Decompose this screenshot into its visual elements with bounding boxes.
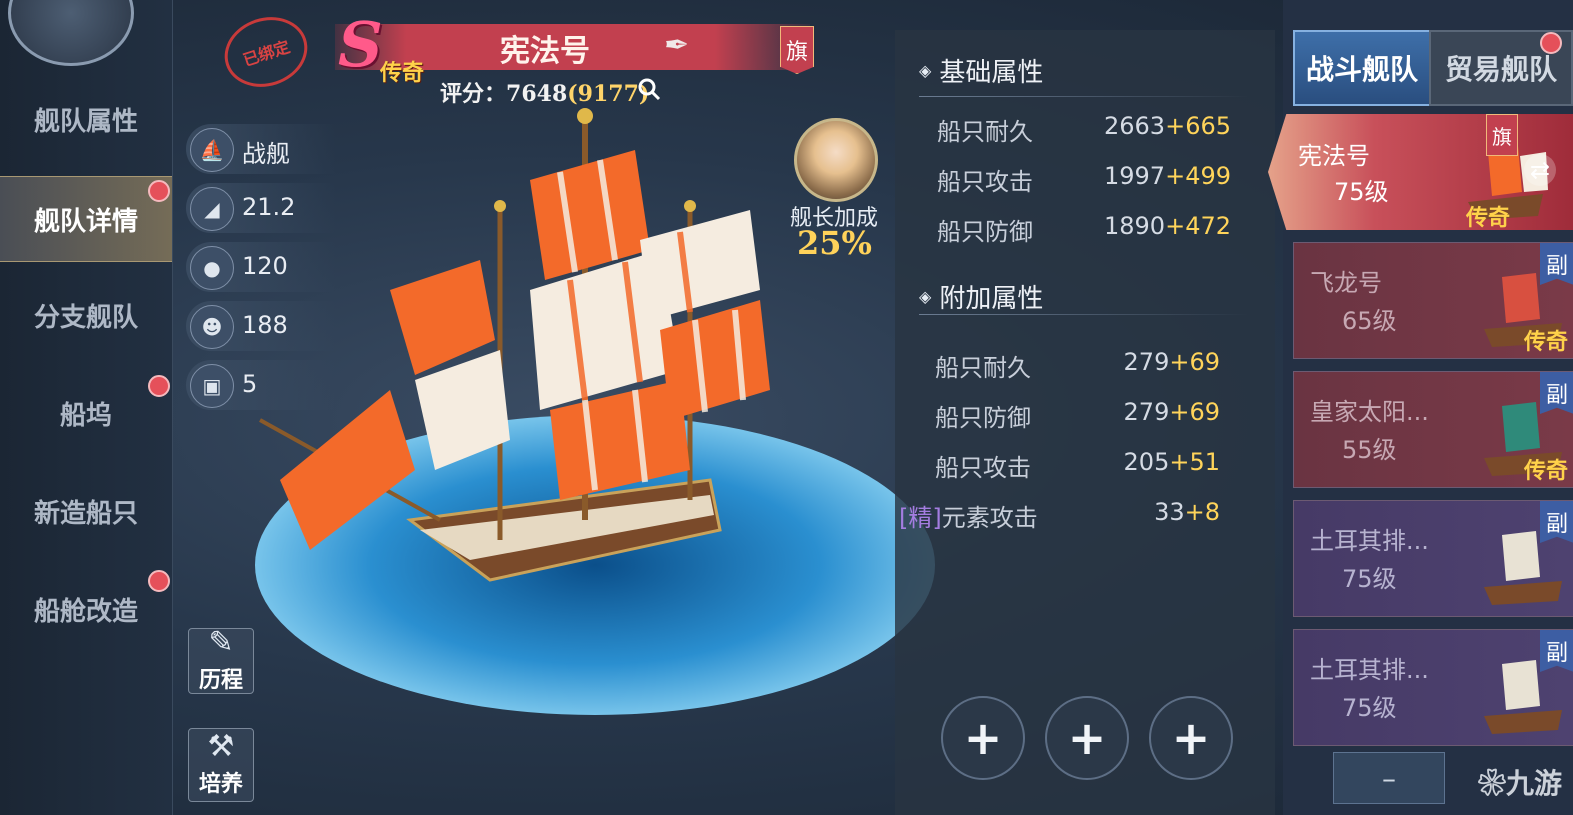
fleet-card-ship[interactable]: 土耳其排... 75级 副 xyxy=(1293,500,1573,617)
hammer-icon: ⚒ xyxy=(207,729,235,764)
base-attrs-title: 基础属性 xyxy=(939,58,1044,88)
fleet-card-ship[interactable]: 皇家太阳... 55级 副 传奇 xyxy=(1293,371,1573,488)
tab-label: 战斗舰队 xyxy=(1305,53,1418,86)
cultivate-label: 培养 xyxy=(198,771,243,797)
escort-badge: 副 xyxy=(1540,372,1573,414)
nav-build-ship[interactable]: 新造船只 xyxy=(0,480,172,542)
divider xyxy=(919,314,1249,315)
nav-label: 舰队属性 xyxy=(33,106,138,137)
flagship-badge: 旗 xyxy=(780,26,814,74)
escort-badge: 副 xyxy=(1540,630,1573,672)
base-attrs-header: ◈ 基础属性 xyxy=(919,52,1043,89)
card-ship-name: 宪法号 xyxy=(1298,142,1370,170)
attr-label: 船只耐久 xyxy=(935,354,1031,382)
cargo-icon: ▣ xyxy=(190,364,234,408)
history-button[interactable]: ✎ 历程 xyxy=(188,628,254,694)
scroll-icon: ✎ xyxy=(208,625,234,660)
attr-label: [精]元素攻击 xyxy=(899,504,1038,532)
card-ship-level: 75级 xyxy=(1342,694,1397,722)
minus-button[interactable]: – xyxy=(1333,752,1445,804)
card-ship-name: 土耳其排... xyxy=(1310,656,1429,684)
attr-value: 1890+472 xyxy=(1104,212,1231,240)
warship-icon: ⛵ xyxy=(190,128,234,172)
attr-label: 船只攻击 xyxy=(937,168,1033,196)
add-slot-button[interactable]: + xyxy=(1045,696,1129,780)
card-ship-name: 飞龙号 xyxy=(1310,269,1382,297)
notification-dot xyxy=(148,180,170,202)
nav-label: 新造船只 xyxy=(33,498,138,529)
nav-cabin-refit[interactable]: 船舱改造 xyxy=(0,578,172,640)
nav-branch-fleet[interactable]: 分支舰队 xyxy=(0,284,172,346)
attr-value: 279+69 xyxy=(1123,398,1220,426)
nine-game-logo-icon: ❀ xyxy=(1478,767,1507,800)
rank-letter: S xyxy=(338,8,383,81)
add-slot-button[interactable]: + xyxy=(1149,696,1233,780)
attr-value: 1997+499 xyxy=(1104,162,1231,190)
nav-label: 舰队详情 xyxy=(33,206,138,237)
attr-label: 船只防御 xyxy=(935,404,1031,432)
history-label: 历程 xyxy=(198,667,243,693)
card-quality: 传奇 xyxy=(1523,329,1568,355)
fleet-card-flagship[interactable]: 宪法号 75级 旗 ⇄ 传奇 xyxy=(1268,114,1573,230)
nav-dock[interactable]: 船坞 xyxy=(0,382,172,444)
ship-name: 宪法号 xyxy=(500,34,590,69)
captain-bonus-value: 25% xyxy=(797,224,872,262)
fleet-card-ship[interactable]: 土耳其排... 75级 副 xyxy=(1293,629,1573,746)
notification-dot xyxy=(148,570,170,592)
escort-badge: 副 xyxy=(1540,243,1573,285)
escort-badge: 副 xyxy=(1540,501,1573,543)
watermark: ❀九游 xyxy=(1478,767,1563,800)
card-quality: 传奇 xyxy=(1466,205,1511,231)
tab-battle-fleet[interactable]: 战斗舰队 xyxy=(1293,30,1431,106)
card-quality: 传奇 xyxy=(1523,458,1568,484)
left-nav: 舰队属性 舰队详情 分支舰队 船坞 新造船只 船舱改造 xyxy=(0,0,173,815)
captain-portrait[interactable] xyxy=(794,118,878,202)
supplies-icon: ● xyxy=(190,246,234,290)
rename-quill-icon[interactable]: ✒ xyxy=(664,28,689,63)
attr-label: 船只耐久 xyxy=(937,118,1033,146)
nav-label: 船坞 xyxy=(59,400,112,431)
player-avatar[interactable] xyxy=(8,0,134,66)
diamond-icon: ◈ xyxy=(919,287,932,306)
cultivate-button[interactable]: ⚒ 培养 xyxy=(188,728,254,802)
tab-label: 贸易舰队 xyxy=(1444,53,1557,86)
sail-icon: ◢ xyxy=(190,187,234,231)
attr-value: 279+69 xyxy=(1123,348,1220,376)
flagship-badge: 旗 xyxy=(1486,114,1518,156)
notification-dot xyxy=(1540,32,1562,54)
nav-fleet-details[interactable]: 舰队详情 xyxy=(0,176,172,262)
card-ship-name: 皇家太阳... xyxy=(1310,398,1429,426)
rank-quality: 传奇 xyxy=(380,60,425,86)
attr-value: 33+8 xyxy=(1154,498,1220,526)
nav-fleet-attributes[interactable]: 舰队属性 xyxy=(0,88,172,150)
notification-dot xyxy=(148,375,170,397)
attributes-panel: ◈ 基础属性 船只耐久 2663+665 船只攻击 1997+499 船只防御 … xyxy=(895,30,1275,815)
attr-label: 船只防御 xyxy=(937,218,1033,246)
nav-label: 船舱改造 xyxy=(33,596,138,627)
fleet-card-ship[interactable]: 飞龙号 65级 副 传奇 xyxy=(1293,242,1573,359)
card-ship-level: 75级 xyxy=(1334,178,1389,206)
card-ship-level: 75级 xyxy=(1342,565,1397,593)
extra-attrs-title: 附加属性 xyxy=(939,284,1044,314)
attr-value: 2663+665 xyxy=(1104,112,1231,140)
card-ship-level: 65级 xyxy=(1342,307,1397,335)
swap-icon[interactable]: ⇄ xyxy=(1524,154,1556,186)
nav-label: 分支舰队 xyxy=(33,302,138,333)
card-ship-name: 土耳其排... xyxy=(1310,527,1429,555)
card-ship-level: 55级 xyxy=(1342,436,1397,464)
attr-label: 船只攻击 xyxy=(935,454,1031,482)
divider xyxy=(919,96,1249,97)
sailor-icon: ☻ xyxy=(190,305,234,349)
attr-value: 205+51 xyxy=(1123,448,1220,476)
add-slot-button[interactable]: + xyxy=(941,696,1025,780)
diamond-icon: ◈ xyxy=(919,61,932,80)
extra-attrs-header: ◈ 附加属性 xyxy=(919,278,1043,315)
